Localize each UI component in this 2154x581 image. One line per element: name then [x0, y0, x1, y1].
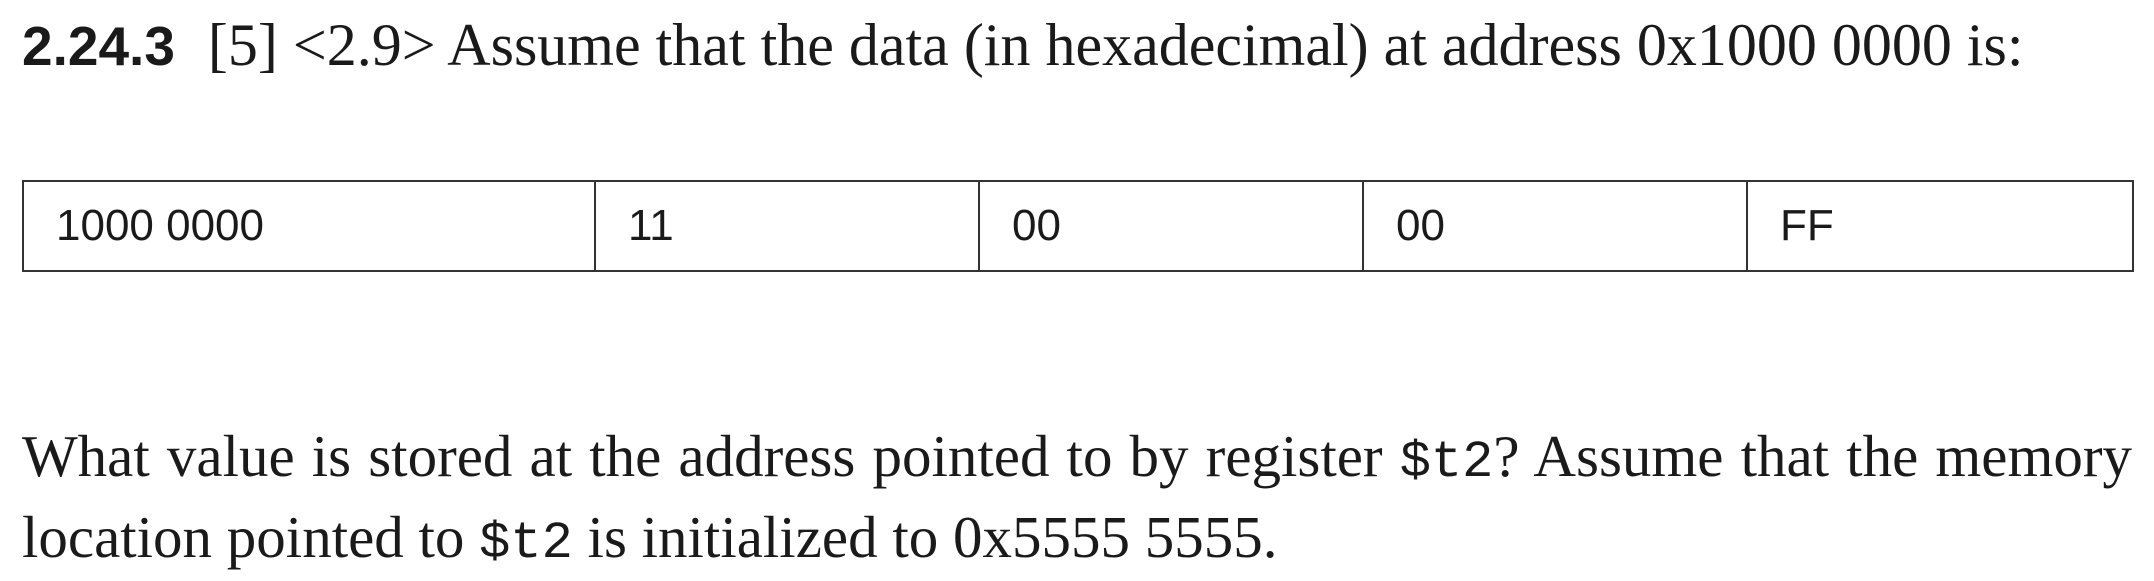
- byte-cell-1: 11: [594, 180, 980, 272]
- question-part-3: is initialized to 0x5555 5555.: [572, 504, 1278, 570]
- memory-data-table: 1000 0000 11 00 00 FF: [22, 180, 2134, 272]
- address-cell: 1000 0000: [22, 180, 596, 272]
- exercise-number: 2.24.3: [22, 15, 175, 77]
- exercise-intro: Assume that the data (in hexadecimal) at…: [447, 12, 2024, 78]
- exercise-section-ref: <2.9>: [292, 12, 436, 78]
- byte-cell-3: 00: [1362, 180, 1748, 272]
- question-part-1: What value is stored at the address poin…: [22, 423, 1400, 489]
- exercise-heading: 2.24.3 [5] <2.9> Assume that the data (i…: [22, 8, 2024, 83]
- byte-cell-2: 00: [978, 180, 1364, 272]
- table-row: 1000 0000 11 00 00 FF: [22, 180, 2134, 272]
- register-t2-second: $t2: [479, 514, 573, 573]
- exercise-points: [5]: [207, 12, 278, 78]
- register-t2: $t2: [1399, 433, 1494, 492]
- question-text: What value is stored at the address poin…: [22, 419, 2132, 581]
- byte-cell-4: FF: [1746, 180, 2134, 272]
